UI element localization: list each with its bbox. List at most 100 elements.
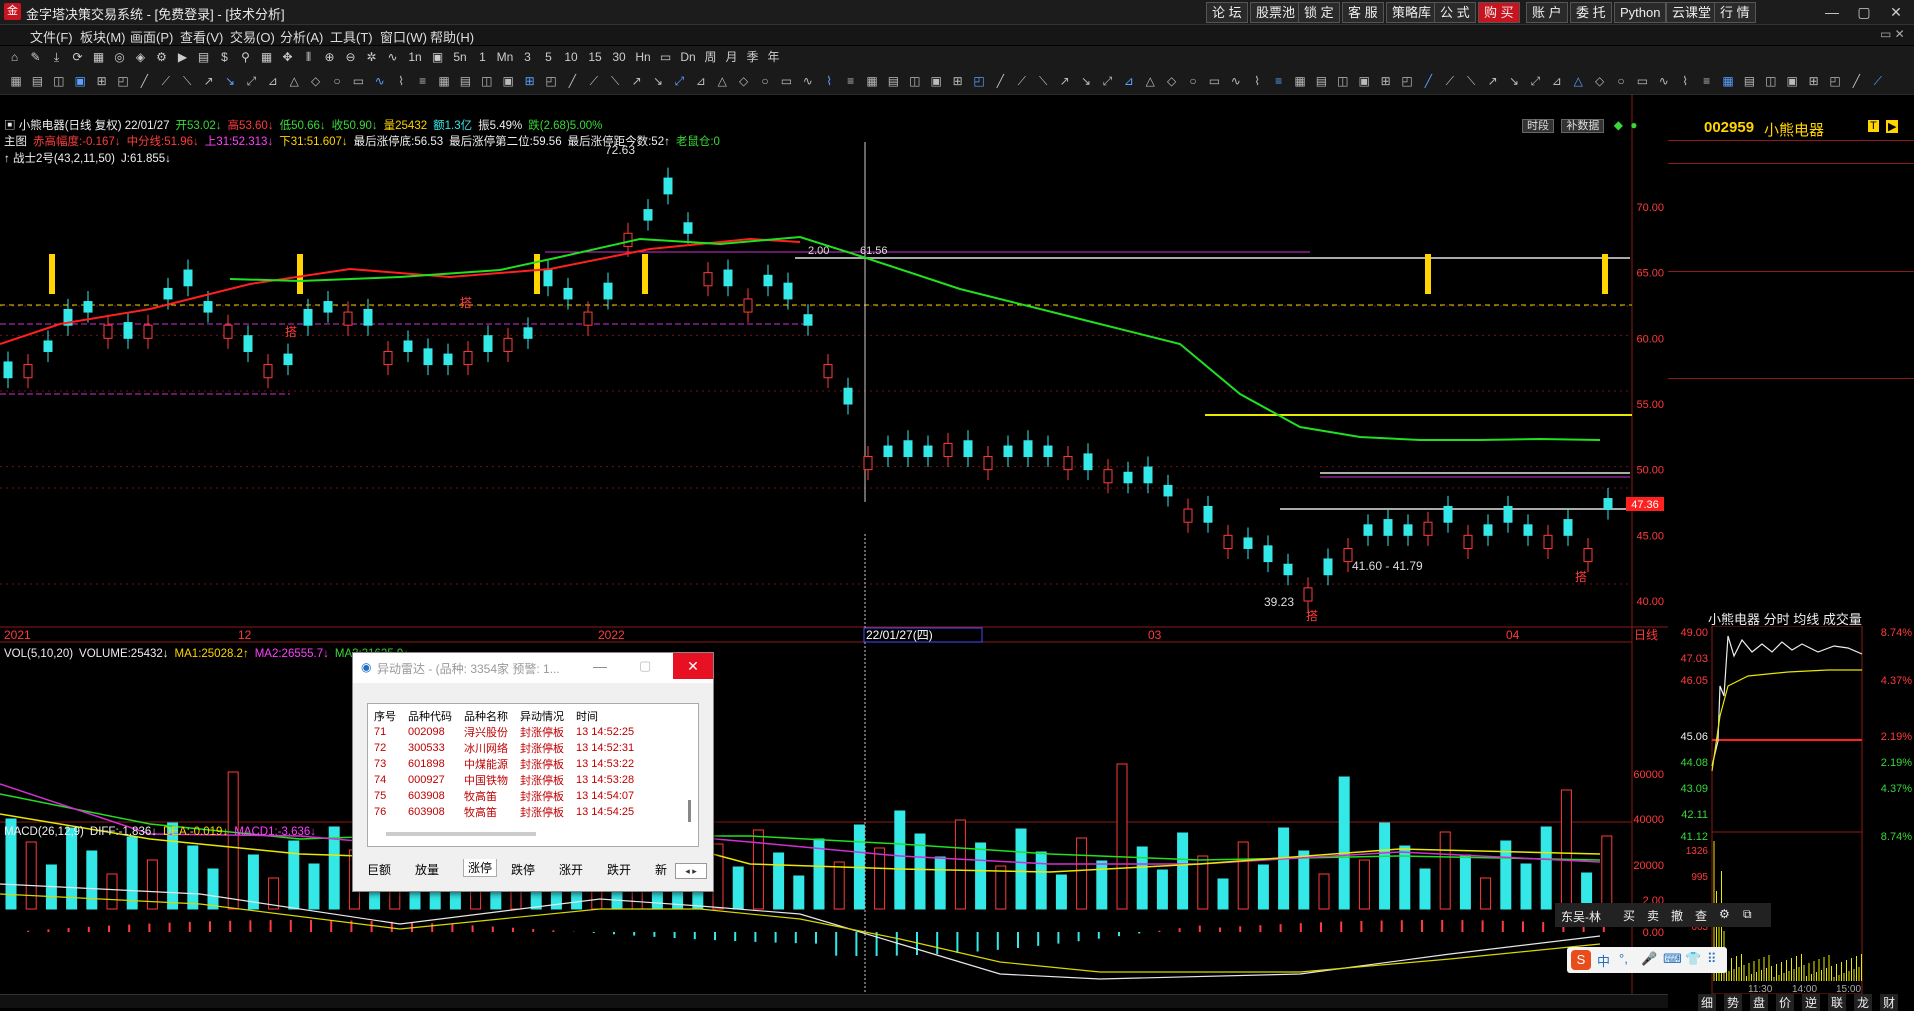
toolbar-button-5[interactable]: ◎ — [111, 49, 128, 66]
radar-row[interactable]: 76 603908 牧高笛 封涨停板 13 14:54:25 — [368, 804, 640, 820]
quick-trade-action-2[interactable]: 撤 — [1671, 907, 1683, 924]
drawing-tool-icon[interactable]: ⟍ — [1463, 73, 1479, 90]
top-button-1[interactable]: 股票池 — [1250, 2, 1302, 23]
drawing-tool-icon[interactable]: ∿ — [372, 73, 388, 90]
drawing-tool-icon[interactable]: ▤ — [457, 73, 473, 90]
menu-item-7[interactable]: 窗口(W) — [380, 27, 427, 46]
drawing-tool-icon[interactable]: ◫ — [1335, 73, 1351, 90]
drawing-tool-icon[interactable]: ≡ — [1699, 73, 1715, 90]
radar-column-header[interactable]: 品种名称 — [458, 708, 514, 724]
drawing-tool-icon[interactable]: ∿ — [1228, 73, 1244, 90]
drawing-tool-icon[interactable]: ◰ — [971, 73, 987, 90]
drawing-tool-icon[interactable]: ⊞ — [94, 73, 110, 90]
mini-tab-1[interactable]: 势 — [1724, 994, 1743, 1011]
drawing-tool-icon[interactable]: ◫ — [479, 73, 495, 90]
drawing-tool-icon[interactable]: ⟍ — [607, 73, 623, 90]
top-button-4[interactable]: 策略库 — [1386, 2, 1438, 23]
toolbar-button-9[interactable]: ▤ — [195, 49, 212, 66]
toolbar-button-8[interactable]: ▶ — [174, 49, 191, 66]
menu-item-1[interactable]: 板块(M) — [80, 27, 126, 46]
drawing-tool-icon[interactable]: ▦ — [8, 73, 24, 90]
toolbar-button-15[interactable]: ⊕ — [321, 49, 338, 66]
mini-tab-3[interactable]: 价 — [1776, 994, 1795, 1011]
mini-tab-2[interactable]: 盘 — [1750, 994, 1769, 1011]
quick-trade-action-1[interactable]: 卖 — [1647, 907, 1659, 924]
top-button-3[interactable]: 客 服 — [1342, 2, 1384, 23]
drawing-tool-icon[interactable]: ≡ — [415, 73, 431, 90]
menu-item-3[interactable]: 查看(V) — [180, 27, 223, 46]
drawing-tool-icon[interactable]: △ — [1142, 73, 1158, 90]
toolbar-button-33[interactable]: 月 — [723, 49, 740, 66]
b-icon[interactable]: ▶ — [1886, 120, 1899, 133]
drawing-tool-icon[interactable]: △ — [286, 73, 302, 90]
toolbar-button-16[interactable]: ⊖ — [342, 49, 359, 66]
top-button-10[interactable]: 云课堂 — [1666, 2, 1718, 23]
toolbar-button-30[interactable]: ▭ — [657, 49, 674, 66]
toolbar-button-2[interactable]: ⤓ — [48, 49, 65, 66]
drawing-tool-icon[interactable]: ⟋ — [1014, 73, 1030, 90]
drawing-tool-icon[interactable]: ◰ — [115, 73, 131, 90]
drawing-tool-icon[interactable]: ↘ — [1506, 73, 1522, 90]
drawing-tool-icon[interactable]: ▣ — [1356, 73, 1372, 90]
radar-row[interactable]: 72 300533 冰川网络 封涨停板 13 14:52:31 — [368, 740, 640, 756]
drawing-tool-icon[interactable]: ↗ — [629, 73, 645, 90]
drawing-tool-icon[interactable]: ◇ — [1592, 73, 1608, 90]
toolbar-button-25[interactable]: 5 — [540, 49, 557, 66]
kline-chart[interactable]: 72.6339.2361.562.0041.60 - 41.79搭搭搭搭70.0… — [0, 94, 1668, 994]
vertical-scrollbar[interactable] — [688, 800, 691, 822]
drawing-tool-icon[interactable]: ⊿ — [693, 73, 709, 90]
drawing-tool-icon[interactable]: ≡ — [843, 73, 859, 90]
toolbar-button-3[interactable]: ⟳ — [69, 49, 86, 66]
toolbar-button-6[interactable]: ◈ — [132, 49, 149, 66]
drawing-tool-icon[interactable]: ⤢ — [1099, 73, 1115, 90]
drawing-tool-icon[interactable]: ⤢ — [1527, 73, 1543, 90]
maximize-icon[interactable]: ▢ — [1850, 1, 1878, 23]
drawing-tool-icon[interactable]: ⊿ — [1549, 73, 1565, 90]
menu-item-5[interactable]: 分析(A) — [280, 27, 323, 46]
drawing-tool-icon[interactable]: ⊞ — [950, 73, 966, 90]
drawing-tool-icon[interactable]: ∿ — [800, 73, 816, 90]
drawing-tool-icon[interactable]: △ — [1570, 73, 1586, 90]
radar-row[interactable]: 73 601898 中煤能源 封涨停板 13 14:53:22 — [368, 756, 640, 772]
toolbar-button-11[interactable]: ⚲ — [237, 49, 254, 66]
popup-close-icon[interactable]: ✕ — [673, 653, 713, 679]
toolbar-button-35[interactable]: 年 — [765, 49, 782, 66]
mini-tab-6[interactable]: 龙 — [1854, 994, 1873, 1011]
toolbar-button-34[interactable]: 季 — [744, 49, 761, 66]
drawing-tool-icon[interactable]: ▤ — [1741, 73, 1757, 90]
ime-button-4[interactable]: 👕 — [1685, 951, 1701, 967]
toolbar-button-13[interactable]: ✥ — [279, 49, 296, 66]
drawing-tool-icon[interactable]: ▣ — [928, 73, 944, 90]
toolbar-button-29[interactable]: Hn — [633, 49, 653, 66]
account-name[interactable]: 东吴-林 — [1561, 908, 1601, 925]
quick-trade-action-4[interactable]: ⚙ — [1719, 907, 1730, 921]
ime-button-3[interactable]: ⌨ — [1663, 951, 1682, 967]
drawing-tool-icon[interactable]: ⟋ — [1442, 73, 1458, 90]
toolbar-button-17[interactable]: ✲ — [363, 49, 380, 66]
quick-trade-action-0[interactable]: 买 — [1623, 907, 1635, 924]
menu-item-6[interactable]: 工具(T) — [330, 27, 373, 46]
drawing-tool-icon[interactable]: ▦ — [1720, 73, 1736, 90]
top-button-2[interactable]: 锁 定 — [1298, 2, 1340, 23]
drawing-tool-icon[interactable]: ◇ — [736, 73, 752, 90]
radar-column-header[interactable]: 序号 — [368, 708, 402, 724]
toolbar-button-7[interactable]: ⚙ — [153, 49, 170, 66]
drawing-tool-icon[interactable]: ▦ — [1292, 73, 1308, 90]
drawing-tool-icon[interactable]: △ — [714, 73, 730, 90]
radar-tab-3[interactable]: 跌停 — [511, 861, 535, 878]
drawing-tool-icon[interactable]: ▤ — [1313, 73, 1329, 90]
toolbar-button-22[interactable]: 1 — [474, 49, 491, 66]
mini-tab-0[interactable]: 细 — [1698, 994, 1717, 1011]
drawing-tool-icon[interactable]: ⟍ — [179, 73, 195, 90]
supplement-data-tag[interactable]: 补数据 — [1561, 119, 1605, 133]
drawing-tool-icon[interactable]: ▭ — [1206, 73, 1222, 90]
drawing-tool-icon[interactable]: ↗ — [1485, 73, 1501, 90]
drawing-tool-icon[interactable]: ▦ — [436, 73, 452, 90]
drawing-tool-icon[interactable]: ◫ — [51, 73, 67, 90]
drawing-tool-icon[interactable]: ↗ — [201, 73, 217, 90]
mini-intraday-chart[interactable]: 49.00 47.03 46.05 45.06 44.08 43.09 42.11 41.12… — [1668, 626, 1914, 994]
drawing-tool-icon[interactable]: ▭ — [778, 73, 794, 90]
toolbar-button-24[interactable]: 3 — [519, 49, 536, 66]
toolbar-button-0[interactable]: ⌂ — [6, 49, 23, 66]
toolbar-button-18[interactable]: ∿ — [384, 49, 401, 66]
